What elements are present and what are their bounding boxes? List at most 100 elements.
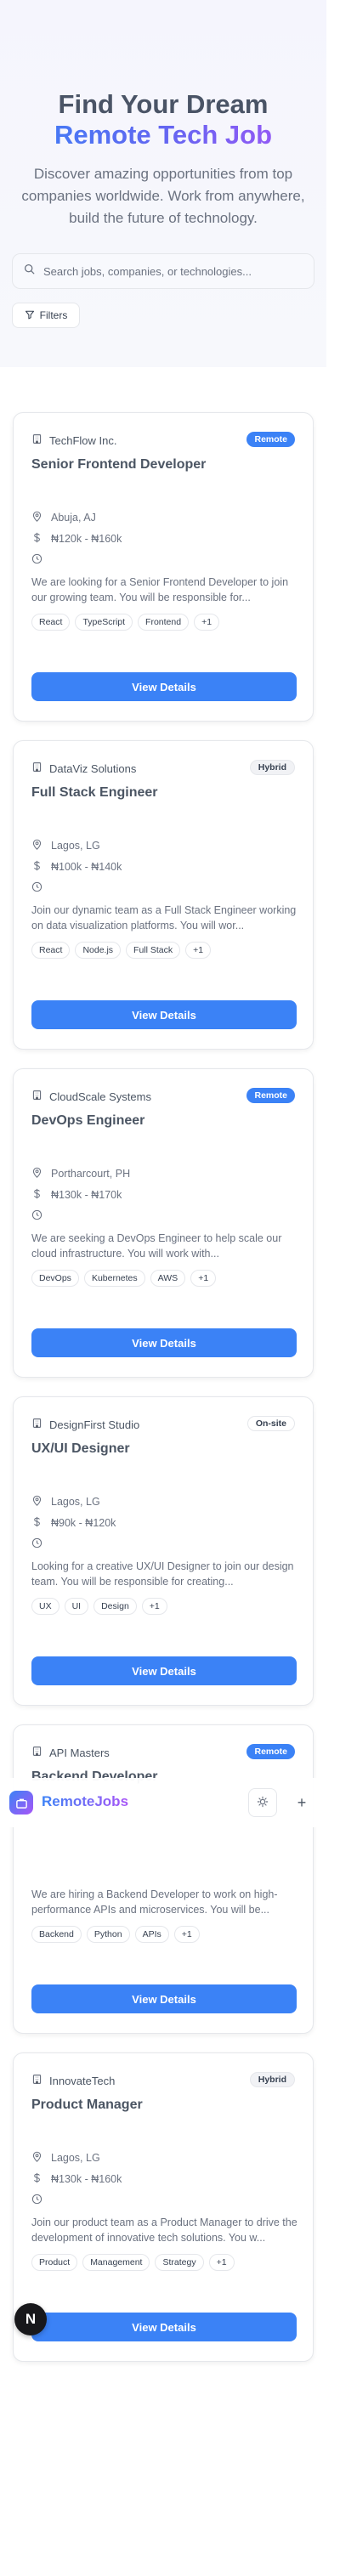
n-logo-icon: N xyxy=(25,2311,37,2327)
job-description: Looking for a creative UX/UI Designer to… xyxy=(31,1560,294,1588)
salary-text: ₦130k - ₦170k xyxy=(51,1189,122,1201)
sun-icon xyxy=(257,1796,269,1810)
view-details-button[interactable]: View Details xyxy=(31,2313,297,2341)
map-pin-icon xyxy=(31,839,42,852)
job-card: InnovateTech Hybrid Product Manager Lago… xyxy=(13,2052,314,2362)
more-tags-count: +1 xyxy=(208,2254,235,2271)
skill-tag: React xyxy=(31,614,71,631)
view-details-button[interactable]: View Details xyxy=(31,1656,297,1685)
skill-tag: Management xyxy=(82,2254,150,2271)
skill-tag: Python xyxy=(86,1926,130,1943)
view-details-button[interactable]: View Details xyxy=(31,1328,297,1357)
company-name: CloudScale Systems xyxy=(49,1090,151,1103)
filters-button[interactable]: Filters xyxy=(12,303,80,328)
salary-row: ₦130k - ₦160k xyxy=(31,2172,122,2186)
salary-text: ₦100k - ₦140k xyxy=(51,861,122,873)
hero-title-line1: Find Your Dream xyxy=(58,89,269,119)
job-title: Full Stack Engineer xyxy=(31,785,158,800)
location-row: Portharcourt, PH xyxy=(31,1167,130,1180)
job-title: Product Manager xyxy=(31,2098,143,2112)
dollar-icon xyxy=(31,1188,42,1202)
company-row: TechFlow Inc. xyxy=(31,433,116,447)
company-row: DesignFirst Studio xyxy=(31,1418,139,1431)
dollar-icon xyxy=(31,532,42,546)
skill-tag: Kubernetes xyxy=(83,1270,145,1287)
location-text: Abuja, AJ xyxy=(51,512,96,524)
salary-text: ₦90k - ₦120k xyxy=(51,1517,116,1529)
skill-tag: UX xyxy=(31,1598,60,1615)
location-row: Abuja, AJ xyxy=(31,511,96,524)
top-navbar: RemoteJobs + xyxy=(0,1778,326,1827)
company-name: DesignFirst Studio xyxy=(49,1418,140,1431)
company-name: DataViz Solutions xyxy=(49,761,137,775)
company-name: InnovateTech xyxy=(49,2074,116,2087)
location-row: Lagos, LG xyxy=(31,839,100,852)
skill-tag: UI xyxy=(64,1598,89,1615)
search-box[interactable] xyxy=(12,253,314,289)
search-input[interactable] xyxy=(43,264,298,278)
building-icon xyxy=(31,2074,42,2087)
hero-section: Find Your Dream Remote Tech Job Discover… xyxy=(0,0,326,367)
job-description: We are looking for a Senior Frontend Dev… xyxy=(31,576,289,603)
job-description: Join our product team as a Product Manag… xyxy=(31,2216,298,2244)
skill-tag: APIs xyxy=(134,1926,169,1943)
location-row: Lagos, LG xyxy=(31,1495,100,1509)
more-tags-count: +1 xyxy=(173,1926,200,1943)
more-tags-count: +1 xyxy=(141,1598,167,1615)
work-type-badge: Hybrid xyxy=(249,2072,295,2087)
dollar-icon xyxy=(31,860,42,874)
tag-list: Product Management Strategy +1 xyxy=(31,2254,235,2271)
job-title: Senior Frontend Developer xyxy=(31,457,207,472)
salary-row: ₦100k - ₦140k xyxy=(31,860,122,874)
building-icon xyxy=(31,761,42,775)
map-pin-icon xyxy=(31,1167,42,1180)
building-icon xyxy=(31,433,42,447)
tag-list: DevOps Kubernetes AWS +1 xyxy=(31,1270,217,1287)
work-type-badge: Hybrid xyxy=(249,760,295,775)
salary-row: ₦120k - ₦160k xyxy=(31,532,122,546)
hero-subtitle: Discover amazing opportunities from top … xyxy=(21,166,305,226)
hero-title-line2: Remote Tech Job xyxy=(0,120,326,150)
work-type-badge: Remote xyxy=(246,1744,295,1759)
more-tags-count: +1 xyxy=(190,1270,217,1287)
posted-row xyxy=(31,2194,42,2207)
tag-list: Backend Python APIs +1 xyxy=(31,1926,200,1943)
more-tags-count: +1 xyxy=(194,614,220,631)
view-details-button[interactable]: View Details xyxy=(31,1000,297,1029)
plus-button[interactable]: + xyxy=(287,1788,316,1817)
company-row: API Masters xyxy=(31,1746,110,1759)
dollar-icon xyxy=(31,1516,42,1530)
company-row: DataViz Solutions xyxy=(31,761,136,775)
skill-tag: Strategy xyxy=(155,2254,204,2271)
skill-tag: Backend xyxy=(31,1926,82,1943)
posted-row xyxy=(31,881,42,895)
theme-toggle-button[interactable] xyxy=(248,1788,277,1817)
clock-icon xyxy=(31,881,42,895)
map-pin-icon xyxy=(31,1495,42,1509)
job-card: DataViz Solutions Hybrid Full Stack Engi… xyxy=(13,740,314,1050)
company-name: TechFlow Inc. xyxy=(49,433,117,447)
job-card: API Masters Remote Backend Developer We … xyxy=(13,1724,314,2034)
job-title: UX/UI Designer xyxy=(31,1441,130,1456)
briefcase-icon[interactable] xyxy=(9,1791,33,1815)
job-card: DesignFirst Studio On-site UX/UI Designe… xyxy=(13,1396,314,1706)
building-icon xyxy=(31,1090,42,1103)
skill-tag: AWS xyxy=(150,1270,186,1287)
skill-tag: Node.js xyxy=(75,942,122,959)
nextjs-dev-badge[interactable]: N xyxy=(14,2303,47,2335)
company-name: API Masters xyxy=(49,1746,110,1759)
job-description: We are hiring a Backend Developer to wor… xyxy=(31,1888,278,1916)
tag-list: React TypeScript Frontend +1 xyxy=(31,614,220,631)
tag-list: React Node.js Full Stack +1 xyxy=(31,942,212,959)
skill-tag: TypeScript xyxy=(75,614,133,631)
view-details-button[interactable]: View Details xyxy=(31,1984,297,2013)
job-description: Join our dynamic team as a Full Stack En… xyxy=(31,904,297,931)
work-type-badge: Remote xyxy=(246,1088,295,1103)
clock-icon xyxy=(31,2194,42,2207)
tag-list: UX UI Design +1 xyxy=(31,1598,167,1615)
view-details-button[interactable]: View Details xyxy=(31,672,297,701)
posted-row xyxy=(31,1209,42,1223)
skill-tag: Full Stack xyxy=(126,942,181,959)
brand-name[interactable]: RemoteJobs xyxy=(42,1793,128,1810)
work-type-badge: Remote xyxy=(246,432,295,447)
